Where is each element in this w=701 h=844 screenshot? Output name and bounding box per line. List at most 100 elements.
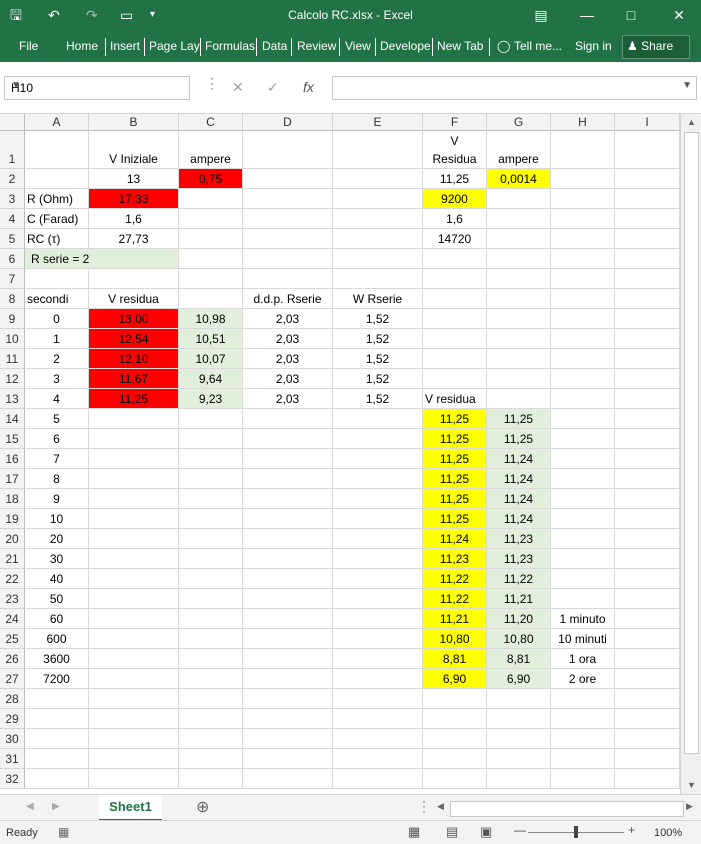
cell-e29[interactable] bbox=[333, 709, 423, 729]
cell-f29[interactable] bbox=[423, 709, 487, 729]
cell-d30[interactable] bbox=[243, 729, 333, 749]
cell-a21[interactable]: 30 bbox=[25, 549, 89, 569]
cell-f5[interactable]: 14720 bbox=[423, 229, 487, 249]
cell-g4[interactable] bbox=[487, 209, 551, 229]
column-header-e[interactable]: E bbox=[333, 114, 423, 131]
enter-icon[interactable]: ✓ bbox=[267, 79, 279, 96]
cell-i15[interactable] bbox=[615, 429, 680, 449]
cell-h14[interactable] bbox=[551, 409, 615, 429]
cell-g17[interactable]: 11,24 bbox=[487, 469, 551, 489]
row-header-30[interactable]: 30 bbox=[0, 729, 25, 749]
cell-f25[interactable]: 10,80 bbox=[423, 629, 487, 649]
row-header-17[interactable]: 17 bbox=[0, 469, 25, 489]
cell-c26[interactable] bbox=[179, 649, 243, 669]
cell-g22[interactable]: 11,22 bbox=[487, 569, 551, 589]
row-header-32[interactable]: 32 bbox=[0, 769, 25, 789]
cell-c27[interactable] bbox=[179, 669, 243, 689]
row-header-8[interactable]: 8 bbox=[0, 289, 25, 309]
cell-b32[interactable] bbox=[89, 769, 179, 789]
cell-b15[interactable] bbox=[89, 429, 179, 449]
cell-f31[interactable] bbox=[423, 749, 487, 769]
cell-g16[interactable]: 11,24 bbox=[487, 449, 551, 469]
row-header-12[interactable]: 12 bbox=[0, 369, 25, 389]
cell-b4[interactable]: 1,6 bbox=[89, 209, 179, 229]
select-all-corner[interactable] bbox=[0, 114, 25, 131]
cell-f28[interactable] bbox=[423, 689, 487, 709]
row-header-24[interactable]: 24 bbox=[0, 609, 25, 629]
page-break-view-icon[interactable]: ▣ bbox=[480, 824, 492, 840]
cell-b3[interactable]: 17,33 bbox=[89, 189, 179, 209]
macro-record-icon[interactable]: ▦ bbox=[58, 825, 69, 839]
cell-g14[interactable]: 11,25 bbox=[487, 409, 551, 429]
cell-b12[interactable]: 11,67 bbox=[89, 369, 179, 389]
cell-f8[interactable] bbox=[423, 289, 487, 309]
row-header-18[interactable]: 18 bbox=[0, 489, 25, 509]
cell-g32[interactable] bbox=[487, 769, 551, 789]
cell-c30[interactable] bbox=[179, 729, 243, 749]
cell-h23[interactable] bbox=[551, 589, 615, 609]
cell-c9[interactable]: 10,98 bbox=[179, 309, 243, 329]
cell-g25[interactable]: 10,80 bbox=[487, 629, 551, 649]
cell-g5[interactable] bbox=[487, 229, 551, 249]
cell-h19[interactable] bbox=[551, 509, 615, 529]
cell-b30[interactable] bbox=[89, 729, 179, 749]
column-header-c[interactable]: C bbox=[179, 114, 243, 131]
scroll-down-icon[interactable]: ▼ bbox=[687, 780, 696, 790]
cell-h21[interactable] bbox=[551, 549, 615, 569]
split-handle-icon[interactable]: ⋮ bbox=[417, 798, 431, 815]
cell-d11[interactable]: 2,03 bbox=[243, 349, 333, 369]
row-header-3[interactable]: 3 bbox=[0, 189, 25, 209]
cell-i29[interactable] bbox=[615, 709, 680, 729]
cell-b31[interactable] bbox=[89, 749, 179, 769]
cell-b6[interactable] bbox=[89, 249, 179, 269]
vertical-scroll-thumb[interactable] bbox=[684, 132, 699, 754]
cell-e8[interactable]: W Rserie bbox=[333, 289, 423, 309]
zoom-in-icon[interactable]: + bbox=[628, 823, 635, 837]
sign-in-link[interactable]: Sign in bbox=[575, 39, 612, 53]
tab-view[interactable]: View bbox=[345, 39, 371, 53]
cell-h3[interactable] bbox=[551, 189, 615, 209]
cell-c29[interactable] bbox=[179, 709, 243, 729]
cell-d19[interactable] bbox=[243, 509, 333, 529]
row-header-26[interactable]: 26 bbox=[0, 649, 25, 669]
cell-e27[interactable] bbox=[333, 669, 423, 689]
cell-f10[interactable] bbox=[423, 329, 487, 349]
cell-i6[interactable] bbox=[615, 249, 680, 269]
tab-new-tab[interactable]: New Tab bbox=[437, 39, 483, 53]
cell-i31[interactable] bbox=[615, 749, 680, 769]
cell-c32[interactable] bbox=[179, 769, 243, 789]
cell-d16[interactable] bbox=[243, 449, 333, 469]
cell-a23[interactable]: 50 bbox=[25, 589, 89, 609]
tab-formulas[interactable]: Formulas bbox=[205, 39, 255, 53]
tab-data[interactable]: Data bbox=[262, 39, 287, 53]
cell-a7[interactable] bbox=[25, 269, 89, 289]
cell-e7[interactable] bbox=[333, 269, 423, 289]
cell-d1[interactable] bbox=[243, 131, 333, 169]
cell-f17[interactable]: 11,25 bbox=[423, 469, 487, 489]
cell-g9[interactable] bbox=[487, 309, 551, 329]
cell-i25[interactable] bbox=[615, 629, 680, 649]
cell-f19[interactable]: 11,25 bbox=[423, 509, 487, 529]
cell-e11[interactable]: 1,52 bbox=[333, 349, 423, 369]
cell-i27[interactable] bbox=[615, 669, 680, 689]
column-header-g[interactable]: G bbox=[487, 114, 551, 131]
cell-h24[interactable]: 1 minuto bbox=[551, 609, 615, 629]
row-header-22[interactable]: 22 bbox=[0, 569, 25, 589]
zoom-out-icon[interactable]: — bbox=[514, 823, 526, 837]
cell-a12[interactable]: 3 bbox=[25, 369, 89, 389]
cell-d10[interactable]: 2,03 bbox=[243, 329, 333, 349]
cell-g3[interactable] bbox=[487, 189, 551, 209]
cell-a31[interactable] bbox=[25, 749, 89, 769]
cell-d27[interactable] bbox=[243, 669, 333, 689]
cell-a4[interactable]: C (Farad) bbox=[25, 209, 89, 229]
tab-developer[interactable]: Develope bbox=[380, 39, 431, 53]
cell-b14[interactable] bbox=[89, 409, 179, 429]
cell-a25[interactable]: 600 bbox=[25, 629, 89, 649]
zoom-level[interactable]: 100% bbox=[654, 827, 682, 839]
row-header-9[interactable]: 9 bbox=[0, 309, 25, 329]
cell-c11[interactable]: 10,07 bbox=[179, 349, 243, 369]
column-header-f[interactable]: F bbox=[423, 114, 487, 131]
cell-b16[interactable] bbox=[89, 449, 179, 469]
cell-c5[interactable] bbox=[179, 229, 243, 249]
cell-f11[interactable] bbox=[423, 349, 487, 369]
